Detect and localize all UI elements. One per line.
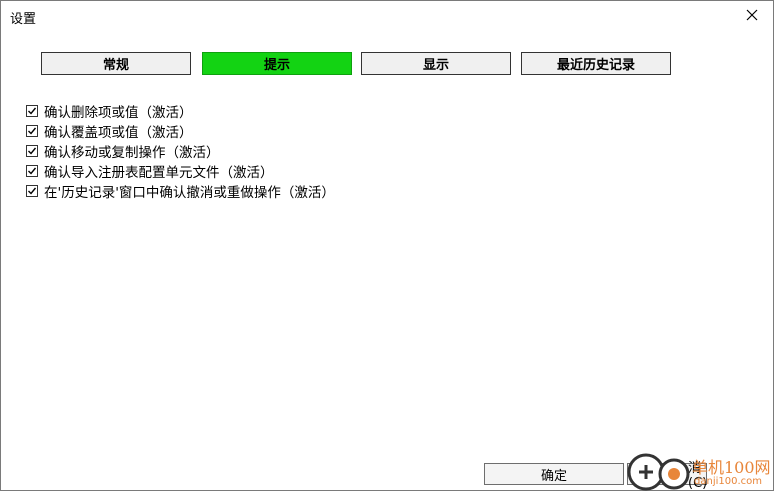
option-label: 确认覆盖项或值（激活） (44, 125, 193, 141)
checkbox[interactable] (26, 105, 38, 117)
option-confirm-undo-redo[interactable]: 在'历史记录'窗口中确认撤消或重做操作（激活） (26, 181, 335, 201)
checkbox[interactable] (26, 165, 38, 177)
options-list: 确认删除项或值（激活） 确认覆盖项或值（激活） 确认移动或复制操作（激活） 确认… (26, 101, 335, 201)
option-confirm-delete[interactable]: 确认删除项或值（激活） (26, 101, 335, 121)
option-label: 确认导入注册表配置单元文件（激活） (44, 165, 274, 181)
checkmark-icon (28, 147, 37, 155)
checkmark-icon (28, 187, 37, 195)
tab-general[interactable]: 常规 (41, 52, 191, 75)
close-icon (746, 9, 758, 21)
watermark: 单机100网 danji100.com (626, 450, 776, 493)
option-label: 确认删除项或值（激活） (44, 105, 193, 121)
checkbox[interactable] (26, 185, 38, 197)
tab-recent-history[interactable]: 最近历史记录 (521, 52, 671, 75)
tab-prompts[interactable]: 提示 (202, 52, 352, 75)
option-confirm-overwrite[interactable]: 确认覆盖项或值（激活） (26, 121, 335, 141)
option-confirm-move-copy[interactable]: 确认移动或复制操作（激活） (26, 141, 335, 161)
checkmark-icon (28, 107, 37, 115)
option-confirm-import-hive[interactable]: 确认导入注册表配置单元文件（激活） (26, 161, 335, 181)
window-title: 设置 (10, 12, 37, 27)
checkbox[interactable] (26, 125, 38, 137)
watermark-name: 单机100网 (692, 458, 771, 477)
ok-button[interactable]: 确定 (484, 463, 624, 485)
tab-bar: 常规 提示 显示 最近历史记录 (41, 52, 681, 76)
checkmark-icon (28, 127, 37, 135)
watermark-logo-icon (627, 453, 690, 491)
checkbox[interactable] (26, 145, 38, 157)
watermark-url: danji100.com (694, 476, 762, 487)
settings-dialog: 设置 常规 提示 显示 最近历史记录 确认删除项或值（激活） 确认覆盖项或值（激… (0, 0, 774, 491)
option-label: 在'历史记录'窗口中确认撤消或重做操作（激活） (44, 185, 335, 201)
checkmark-icon (28, 167, 37, 175)
close-button[interactable] (741, 4, 763, 26)
option-label: 确认移动或复制操作（激活） (44, 145, 220, 161)
tab-display[interactable]: 显示 (361, 52, 511, 75)
